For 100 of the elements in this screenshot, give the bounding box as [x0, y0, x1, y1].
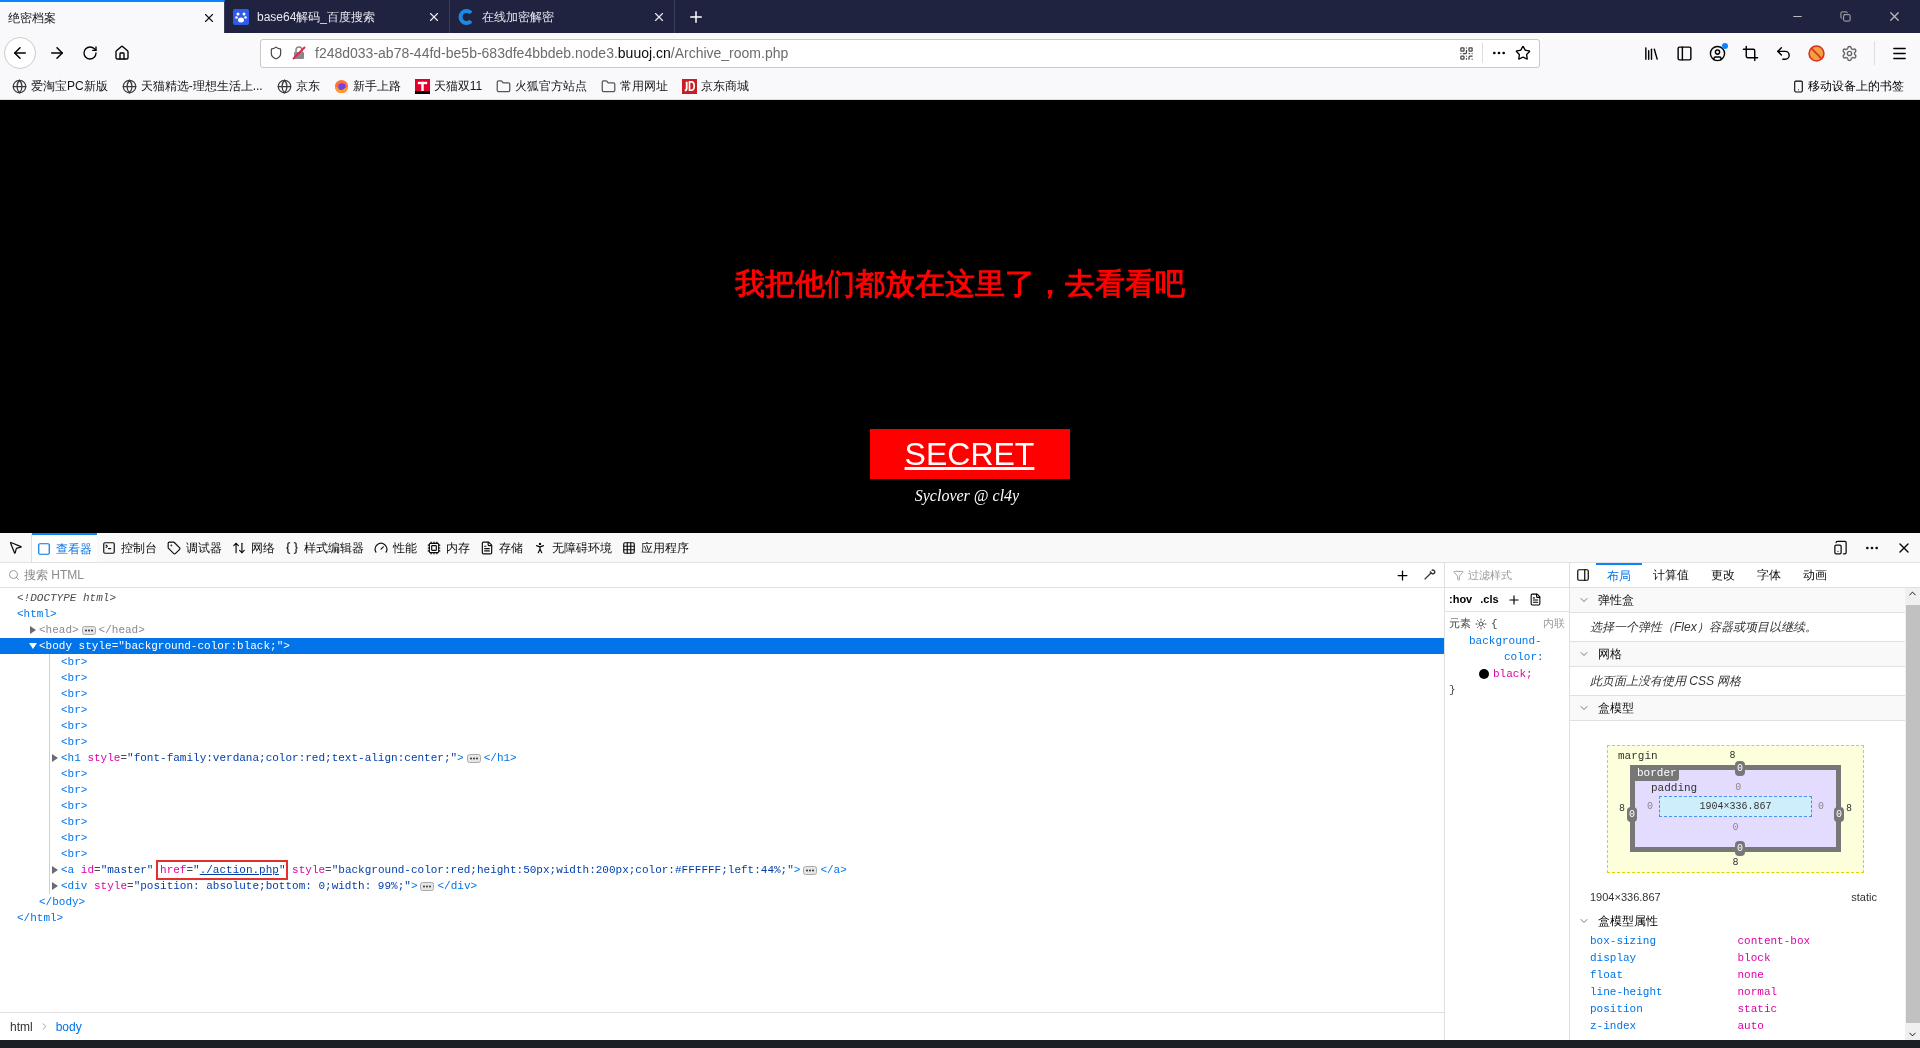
code-token: </html>: [17, 910, 64, 926]
home-icon[interactable]: [114, 45, 130, 61]
phone-icon: [1792, 79, 1805, 93]
panel-tab[interactable]: 字体: [1746, 563, 1792, 587]
scrollbar[interactable]: [1905, 588, 1920, 1040]
bookmark-item[interactable]: 天猫双11: [414, 77, 483, 95]
devtools-tab[interactable]: 调试器: [162, 533, 227, 562]
reload-icon[interactable]: [82, 45, 98, 61]
devtools-tab[interactable]: 查看器: [32, 533, 97, 562]
pick-element-icon[interactable]: [8, 540, 23, 555]
expanded-triangle-icon[interactable]: [29, 642, 37, 650]
devtools-tab[interactable]: 应用程序: [617, 533, 694, 562]
folder-icon: [601, 78, 617, 94]
devtools-tab[interactable]: 内存: [422, 533, 475, 562]
blocked-icon[interactable]: [1808, 44, 1825, 62]
devtools-tab[interactable]: 无障碍环境: [528, 533, 617, 562]
add-icon[interactable]: [1395, 567, 1410, 583]
search-icon: [8, 569, 20, 581]
devtools-tab[interactable]: 样式编辑器: [280, 533, 369, 562]
secret-link[interactable]: SECRET: [869, 429, 1070, 479]
bookmark-item[interactable]: 京东: [276, 77, 320, 95]
ellipsis-icon[interactable]: [803, 865, 818, 875]
property-value: auto: [1737, 1018, 1765, 1034]
bookmark-item[interactable]: 移动设备上的书签: [1792, 77, 1904, 95]
code-token: <a: [61, 863, 75, 878]
panel-tab[interactable]: 更改: [1700, 563, 1746, 587]
filter-field[interactable]: 过滤样式: [1468, 566, 1548, 584]
devtools-tab[interactable]: 性能: [369, 533, 422, 562]
color-swatch[interactable]: [1479, 668, 1489, 679]
address-bar[interactable]: f248d033-ab78-44fd-be5b-683dfe4bbdeb.node3.buuoj.cn/Archive_room.php: [260, 38, 1540, 68]
bookmark-item[interactable]: 常用网址: [601, 77, 669, 95]
code-token: <br>: [61, 815, 88, 830]
settings-icon[interactable]: [1841, 44, 1858, 62]
selected-row[interactable]: <body style="background-color:black;">: [0, 638, 1444, 654]
back-icon: [11, 44, 29, 62]
panel-tab[interactable]: 动画: [1792, 563, 1838, 587]
devtools-tab[interactable]: 控制台: [97, 533, 162, 562]
collapsed-triangle-icon[interactable]: [51, 866, 59, 874]
code-token: <!DOCTYPE html>: [17, 591, 117, 606]
breadcrumb[interactable]: html: [10, 1017, 33, 1036]
square-logo-icon: [682, 78, 698, 94]
collapsed-triangle-icon[interactable]: [51, 882, 59, 890]
section-header[interactable]: 网格: [1570, 642, 1905, 667]
back-button[interactable]: [4, 37, 36, 69]
collapsed-triangle-icon[interactable]: [51, 754, 59, 762]
account-icon[interactable]: [1709, 44, 1726, 62]
breadcrumb[interactable]: body: [55, 1017, 82, 1036]
element-position: static: [1851, 890, 1877, 905]
ellipsis-icon[interactable]: [81, 625, 96, 635]
property-name: display: [1590, 950, 1638, 966]
property-value: black;: [1493, 666, 1533, 682]
code-token: =: [325, 863, 332, 878]
undo-icon[interactable]: [1775, 44, 1792, 62]
code-token: "background-color:red;height:50px;width:200px;color:#FFFFFF;left:44%;": [331, 863, 794, 878]
crop-icon[interactable]: [1742, 44, 1759, 62]
panel-tab[interactable]: 计算值: [1642, 563, 1700, 587]
code-token: <head>: [39, 623, 79, 638]
forward-icon[interactable]: [48, 44, 66, 62]
section-header[interactable]: 弹性盒: [1570, 588, 1905, 613]
cls-toggle[interactable]: .cls: [1480, 591, 1499, 608]
link-text[interactable]: ./action.php: [199, 864, 279, 876]
responsive-icon[interactable]: [1833, 540, 1848, 555]
library-icon[interactable]: [1643, 44, 1660, 62]
close-icon[interactable]: [1887, 9, 1902, 24]
bookmark-item[interactable]: 京东商城: [682, 77, 750, 95]
section-title: 盒模型属性: [1598, 912, 1658, 930]
code-token: <br>: [61, 655, 88, 670]
hov-toggle[interactable]: :hov: [1449, 591, 1473, 608]
code-token: "font-family:verdana;color:red;text-align:center;": [127, 751, 458, 766]
qr-code-icon[interactable]: [1459, 45, 1474, 61]
content-box: 1904×336.867: [1659, 796, 1812, 817]
restore-icon[interactable]: [1840, 11, 1851, 22]
collapsed-triangle-icon[interactable]: [29, 626, 37, 634]
globe-icon: [276, 78, 292, 94]
code-token: <div: [61, 879, 88, 894]
bookmark-item[interactable]: 天猫精选-理想生活上...: [121, 77, 263, 95]
code-token: </a>: [820, 863, 847, 878]
url-text: f248d033-ab78-44fd-be5b-683dfe4bbdeb.node3.buuoj.cn/Archive_room.php: [315, 43, 790, 63]
bookmark-item[interactable]: 爱淘宝PC新版: [12, 77, 108, 95]
devtools-tab[interactable]: 存储: [475, 533, 528, 562]
devtools-tab[interactable]: 网络: [227, 533, 280, 562]
bookmark-item[interactable]: 新手上路: [333, 77, 401, 95]
code-token: <html>: [17, 607, 57, 622]
ellipsis-icon[interactable]: [466, 753, 481, 763]
eyedropper-icon[interactable]: [1422, 568, 1436, 582]
sidebar-icon[interactable]: [1676, 44, 1693, 62]
document-icon[interactable]: [1528, 593, 1542, 606]
star-icon[interactable]: [1515, 45, 1531, 61]
sun-icon[interactable]: [1475, 618, 1487, 631]
code-token: style: [93, 879, 127, 894]
search-field[interactable]: 搜索 HTML: [24, 566, 1383, 584]
property-value: none: [1737, 967, 1765, 983]
box-value: 0: [1732, 822, 1739, 833]
console-icon: [102, 540, 116, 555]
ellipsis-icon[interactable]: [420, 881, 435, 891]
panel-icon[interactable]: [1576, 568, 1590, 582]
browser-tab[interactable]: 绝密档案: [0, 0, 225, 33]
section-header[interactable]: 盒模型: [1570, 696, 1905, 721]
bookmark-item[interactable]: 火狐官方站点: [496, 77, 588, 95]
code-token: <br>: [61, 799, 88, 814]
